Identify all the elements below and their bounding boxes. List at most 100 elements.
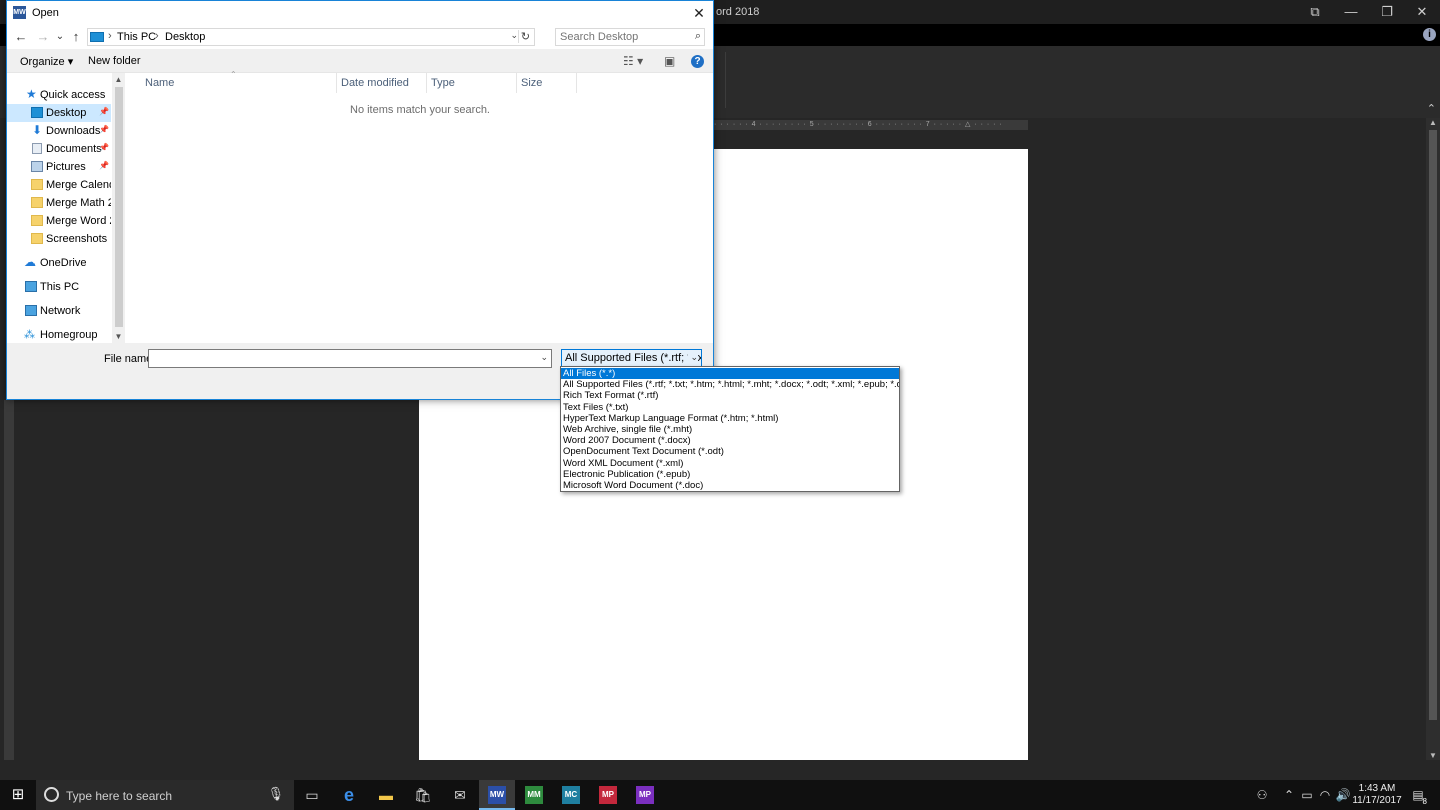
task-view-icon[interactable]: ▭ xyxy=(294,780,330,810)
file-type-option[interactable]: Electronic Publication (*.epub) xyxy=(561,469,899,480)
dialog-close-button[interactable]: ✕ xyxy=(685,1,713,25)
file-type-option[interactable]: All Supported Files (*.rtf; *.txt; *.htm… xyxy=(561,379,899,390)
app-close-button[interactable]: ✕ xyxy=(1404,0,1440,24)
sidebar-item-desktop[interactable]: Desktop 📌 xyxy=(7,104,111,122)
sidebar-item-quick-access[interactable]: ★ Quick access xyxy=(7,86,111,104)
people-icon[interactable]: ⚇ xyxy=(1253,780,1271,810)
dialog-titlebar[interactable]: MW Open ✕ xyxy=(7,1,713,25)
refresh-icon[interactable]: ↻ xyxy=(518,30,532,43)
pin-icon[interactable]: 📌 xyxy=(99,161,109,170)
column-header-date-modified[interactable]: Date modified xyxy=(337,73,427,93)
file-name-combobox[interactable]: ⌄ xyxy=(148,349,552,368)
help-icon[interactable]: ? xyxy=(691,55,704,68)
search-box[interactable]: ⌕ xyxy=(555,28,705,46)
file-name-input[interactable] xyxy=(152,352,532,366)
microphone-icon[interactable]: 🎙 xyxy=(267,786,284,802)
wifi-icon[interactable]: ◠ xyxy=(1316,780,1334,810)
info-icon[interactable]: i xyxy=(1423,28,1436,41)
file-type-option[interactable]: Rich Text Format (*.rtf) xyxy=(561,390,899,401)
sidebar-item-merge-math[interactable]: Merge Math 201 xyxy=(7,194,111,212)
merge-calendar-app[interactable]: MC xyxy=(553,780,589,810)
recent-locations-icon[interactable]: ⌄ xyxy=(52,28,68,46)
file-explorer-icon[interactable]: ▬ xyxy=(368,780,404,810)
sidebar-item-downloads[interactable]: ⬇ Downloads 📌 xyxy=(7,122,111,140)
view-options-icon[interactable]: ☷ ▾ xyxy=(623,54,643,68)
restore-down-button[interactable]: ⧉ xyxy=(1297,0,1333,24)
file-type-option[interactable]: All Files (*.*) xyxy=(561,368,899,380)
navigation-bar: ← → ⌄ ↑ › This PC › Desktop ⌄ ↻ ⌕ xyxy=(7,25,713,49)
app-title: ord 2018 xyxy=(716,6,760,18)
pin-icon[interactable]: 📌 xyxy=(99,125,109,134)
sidebar-item-merge-calendar[interactable]: Merge Calendar xyxy=(7,176,111,194)
action-center-icon[interactable]: ▤ 8 xyxy=(1408,780,1428,810)
mail-icon[interactable]: ✉ xyxy=(442,780,478,810)
store-icon[interactable]: 🛍 xyxy=(405,780,441,810)
sidebar-item-label: Quick access xyxy=(40,89,106,101)
taskbar-search[interactable]: Type here to search 🎙 xyxy=(36,780,294,810)
navigation-pane-scrollbar[interactable]: ▲ ▼ xyxy=(112,73,125,343)
sidebar-item-pictures[interactable]: Pictures 📌 xyxy=(7,158,111,176)
pin-icon[interactable]: 📌 xyxy=(99,107,109,116)
pin-icon[interactable]: 📌 xyxy=(99,143,109,152)
sidebar-item-documents[interactable]: Documents 📌 xyxy=(7,140,111,158)
sidebar-item-screenshots[interactable]: Screenshots xyxy=(7,230,111,248)
show-hidden-icons-icon[interactable]: ⌃ xyxy=(1280,780,1298,810)
file-type-option[interactable]: Word XML Document (*.xml) xyxy=(561,458,899,469)
network-icon xyxy=(25,305,37,316)
search-input[interactable] xyxy=(560,30,684,44)
scroll-down-icon[interactable]: ▼ xyxy=(112,332,125,341)
scroll-up-icon[interactable]: ▲ xyxy=(112,75,125,84)
sidebar-item-network[interactable]: Network xyxy=(7,302,111,320)
chevron-down-icon[interactable]: ⌄ xyxy=(540,352,548,363)
file-type-option[interactable]: Word 2007 Document (*.docx) xyxy=(561,435,899,446)
breadcrumb-this-pc[interactable]: This PC xyxy=(117,31,156,43)
column-header-size[interactable]: Size xyxy=(517,73,577,93)
up-arrow-icon[interactable]: ↑ xyxy=(68,28,84,46)
organize-button[interactable]: Organize ▾ xyxy=(20,55,73,68)
new-folder-button[interactable]: New folder xyxy=(88,55,141,67)
search-icon[interactable]: ⌕ xyxy=(695,30,701,43)
forward-arrow-icon[interactable]: → xyxy=(35,28,51,46)
edge-icon[interactable]: e xyxy=(331,780,367,810)
merge-p2-app-tile: MP xyxy=(636,786,654,804)
sidebar-item-this-pc[interactable]: This PC xyxy=(7,278,111,296)
scroll-down-icon[interactable]: ▼ xyxy=(1426,751,1440,760)
breadcrumb-desktop[interactable]: Desktop xyxy=(165,31,205,43)
ribbon-collapse-icon[interactable]: ⌃ xyxy=(1427,102,1436,115)
this-pc-icon xyxy=(90,32,104,42)
scrollbar-thumb[interactable] xyxy=(115,87,123,327)
clock[interactable]: 1:43 AM 11/17/2017 xyxy=(1350,783,1404,807)
preview-pane-icon[interactable]: ▣ xyxy=(664,54,675,68)
back-arrow-icon[interactable]: ← xyxy=(13,28,29,46)
merge-math-app[interactable]: MM xyxy=(516,780,552,810)
file-list[interactable]: Name ⌃ Date modified Type Size No items … xyxy=(125,70,713,343)
vertical-ruler[interactable] xyxy=(4,400,14,760)
horizontal-ruler[interactable]: · · · · · · 4 · · · · · · · · 5 · · · · … xyxy=(714,120,1028,130)
address-bar[interactable]: › This PC › Desktop ⌄ ↻ xyxy=(87,28,535,46)
windows-start-icon[interactable]: ⊞ xyxy=(0,780,36,810)
sidebar-item-merge-word[interactable]: Merge Word 201 xyxy=(7,212,111,230)
battery-icon[interactable]: ▭ xyxy=(1298,780,1316,810)
file-type-option[interactable]: OpenDocument Text Document (*.odt) xyxy=(561,446,899,457)
maximize-button[interactable]: ❐ xyxy=(1369,0,1405,24)
sidebar-item-homegroup[interactable]: ⁂ Homegroup xyxy=(7,326,111,344)
column-header-type[interactable]: Type xyxy=(427,73,517,93)
file-type-option[interactable]: Web Archive, single file (*.mht) xyxy=(561,424,899,435)
star-icon: ★ xyxy=(26,87,37,101)
file-type-option[interactable]: HyperText Markup Language Format (*.htm;… xyxy=(561,413,899,424)
scrollbar-thumb[interactable] xyxy=(1429,130,1437,720)
address-dropdown-icon[interactable]: ⌄ xyxy=(510,30,518,41)
chevron-down-icon[interactable]: ⌄ xyxy=(688,352,698,363)
minimize-button[interactable]: — xyxy=(1333,0,1369,24)
sidebar-item-label: This PC xyxy=(40,281,80,293)
merge-word-app-tile: MW xyxy=(488,786,506,804)
scroll-up-icon[interactable]: ▲ xyxy=(1426,118,1440,127)
merge-p2-app[interactable]: MP xyxy=(627,780,663,810)
sidebar-item-onedrive[interactable]: ☁ OneDrive xyxy=(7,254,111,272)
merge-word-app[interactable]: MW xyxy=(479,780,515,810)
document-scrollbar[interactable]: ▲ ▼ xyxy=(1426,118,1440,760)
file-type-option[interactable]: Text Files (*.txt) xyxy=(561,402,899,413)
merge-calendar-app-tile: MC xyxy=(562,786,580,804)
merge-p-app[interactable]: MP xyxy=(590,780,626,810)
file-type-option[interactable]: Microsoft Word Document (*.doc) xyxy=(561,480,899,491)
